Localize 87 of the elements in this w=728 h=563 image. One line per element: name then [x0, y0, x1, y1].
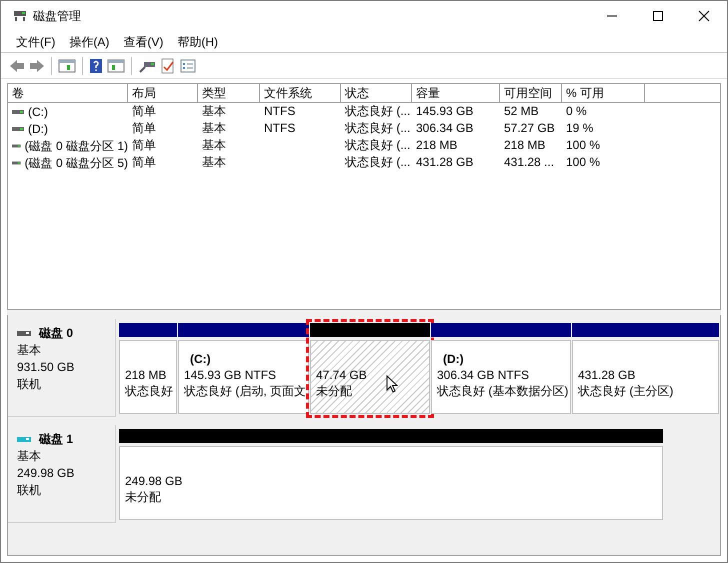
disk-type: 基本	[17, 342, 42, 359]
table-cell: 简单	[132, 121, 156, 135]
table-cell: 19 %	[566, 121, 594, 135]
mouse-cursor-icon	[386, 375, 398, 393]
partition-label: (C:)	[189, 351, 211, 367]
window-panel-button[interactable]	[107, 58, 125, 74]
table-cell: 100 %	[566, 138, 600, 152]
column-header[interactable]: % 可用	[562, 84, 645, 103]
drive-icon	[12, 142, 21, 148]
drive-icon	[12, 160, 21, 166]
partition-label: (D:)	[442, 351, 464, 367]
disk-type: 基本	[17, 448, 42, 465]
disk-status: 联机	[17, 376, 42, 393]
table-cell: 431.28 GB	[416, 155, 474, 169]
volume-name: (磁盘 0 磁盘分区 5)	[24, 154, 128, 172]
volume-name: (C:)	[28, 104, 48, 120]
table-cell: 218 MB	[416, 138, 458, 152]
menu-item[interactable]: 文件(F)	[9, 32, 62, 50]
table-cell: NTFS	[264, 121, 296, 135]
table-cell: 简单	[132, 155, 156, 169]
table-cell: 145.93 GB	[416, 104, 474, 118]
menu-item[interactable]: 帮助(H)	[170, 32, 225, 50]
window-panel-button[interactable]	[58, 58, 76, 74]
disk-name: 磁盘 0	[39, 325, 74, 342]
column-header[interactable]: 布局	[128, 84, 198, 103]
menu-item[interactable]: 查看(V)	[116, 32, 170, 50]
disk-size: 931.50 GB	[17, 359, 76, 376]
help-button[interactable]	[89, 58, 103, 74]
table-cell: NTFS	[264, 104, 296, 118]
partition-size: 47.74 GB	[316, 367, 367, 383]
table-cell: 0 %	[566, 104, 587, 118]
window-panel-icon	[107, 58, 125, 74]
table-cell: 100 %	[566, 155, 600, 169]
partition-size: 431.28 GB	[578, 367, 636, 383]
disk-size: 249.98 GB	[17, 465, 76, 482]
forward-icon	[29, 58, 45, 74]
column-header[interactable]: 可用空间	[500, 84, 562, 103]
table-cell: 状态良好 (...	[345, 155, 410, 169]
window-panel-icon	[58, 58, 76, 74]
partition-status: 未分配	[125, 489, 161, 505]
list-icon	[180, 58, 196, 74]
partition-size: 145.93 GB NTFS	[184, 367, 276, 383]
partition-status: 状态良好 (启动, 页面文	[184, 383, 306, 399]
volume-name: (D:)	[28, 120, 48, 138]
table-cell: 简单	[132, 138, 156, 152]
table-cell: 306.34 GB	[416, 121, 474, 135]
window-title: 磁盘管理	[33, 8, 81, 25]
disk-status: 联机	[17, 482, 42, 499]
table-cell: 基本	[202, 104, 226, 118]
table-cell: 状态良好 (...	[345, 138, 410, 152]
checked-document-icon	[160, 58, 176, 74]
partition-status: 状态良好	[125, 383, 173, 399]
column-header[interactable]: 类型	[198, 84, 260, 103]
close-icon	[698, 10, 710, 22]
drive-icon	[12, 108, 24, 114]
column-header[interactable]: 容量	[412, 84, 500, 103]
drive-icon	[12, 126, 24, 132]
menu-item[interactable]: 操作(A)	[62, 32, 116, 50]
forward-button[interactable]	[29, 58, 45, 74]
table-cell: 57.27 GB	[504, 121, 555, 135]
partition-status: 未分配	[316, 383, 352, 399]
back-icon	[9, 58, 25, 74]
partition-size: 218 MB	[125, 367, 166, 383]
table-cell: 基本	[202, 138, 226, 152]
column-header[interactable]: 卷	[8, 84, 128, 103]
partition-size: 249.98 GB	[125, 473, 182, 489]
partition-status: 状态良好 (基本数据分区)	[437, 383, 568, 399]
list-button[interactable]	[180, 58, 196, 74]
disk-name: 磁盘 1	[39, 431, 74, 448]
table-cell: 218 MB	[504, 138, 546, 152]
table-cell: 52 MB	[504, 104, 539, 118]
back-button[interactable]	[9, 58, 25, 74]
table-cell: 状态良好 (...	[345, 104, 410, 118]
partition-size: 306.34 GB NTFS	[437, 367, 530, 383]
table-cell: 基本	[202, 155, 226, 169]
maximize-icon	[652, 10, 664, 22]
volume-name: (磁盘 0 磁盘分区 1)	[24, 138, 128, 154]
table-cell: 基本	[202, 121, 226, 135]
table-cell: 431.28 ...	[504, 155, 554, 169]
column-header[interactable]: 文件系统	[260, 84, 341, 103]
disk-manager-icon	[13, 10, 27, 22]
checked-document-button[interactable]	[160, 58, 176, 74]
table-cell: 简单	[132, 104, 156, 118]
help-icon	[89, 58, 103, 74]
column-header[interactable]: 状态	[341, 84, 412, 103]
table-cell: 状态良好 (...	[345, 121, 410, 135]
partition-status: 状态良好 (主分区)	[578, 383, 674, 399]
